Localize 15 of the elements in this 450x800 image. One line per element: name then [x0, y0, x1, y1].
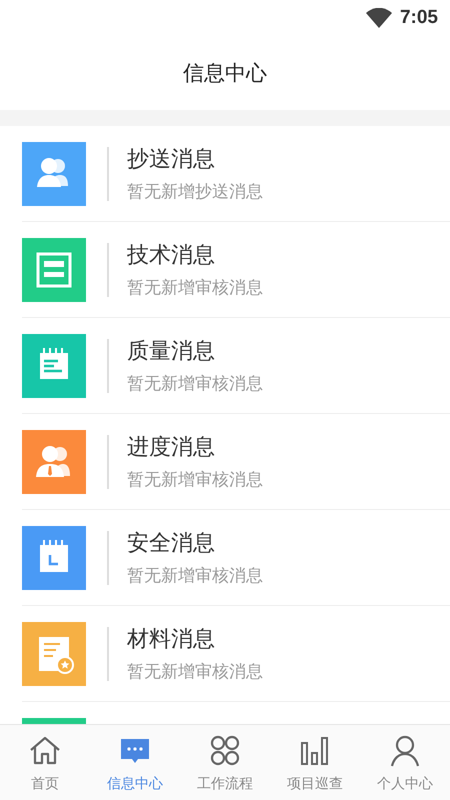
- message-title[interactable]: 材料消息: [127, 624, 263, 654]
- message-title[interactable]: 进度消息: [127, 432, 263, 462]
- message-subtitle: 暂无新增审核消息: [127, 565, 263, 587]
- message-subtitle: 暂无新增抄送消息: [127, 181, 263, 203]
- message-subtitle: 暂无新增审核消息: [127, 469, 263, 491]
- message-title[interactable]: 质量消息: [127, 336, 263, 366]
- message-subtitle: 暂无新增审核消息: [127, 277, 263, 299]
- message-subtitle: 暂无新增审核消息: [127, 661, 263, 683]
- wifi-icon: [366, 8, 392, 28]
- status-time: 7:05: [400, 7, 438, 29]
- message-subtitle: 暂无新增审核消息: [127, 373, 263, 395]
- message-title[interactable]: 抄送消息: [127, 144, 263, 174]
- message-title[interactable]: 技术消息: [127, 240, 263, 270]
- page-title: 信息中心: [183, 60, 267, 87]
- message-title[interactable]: 安全消息: [127, 528, 263, 558]
